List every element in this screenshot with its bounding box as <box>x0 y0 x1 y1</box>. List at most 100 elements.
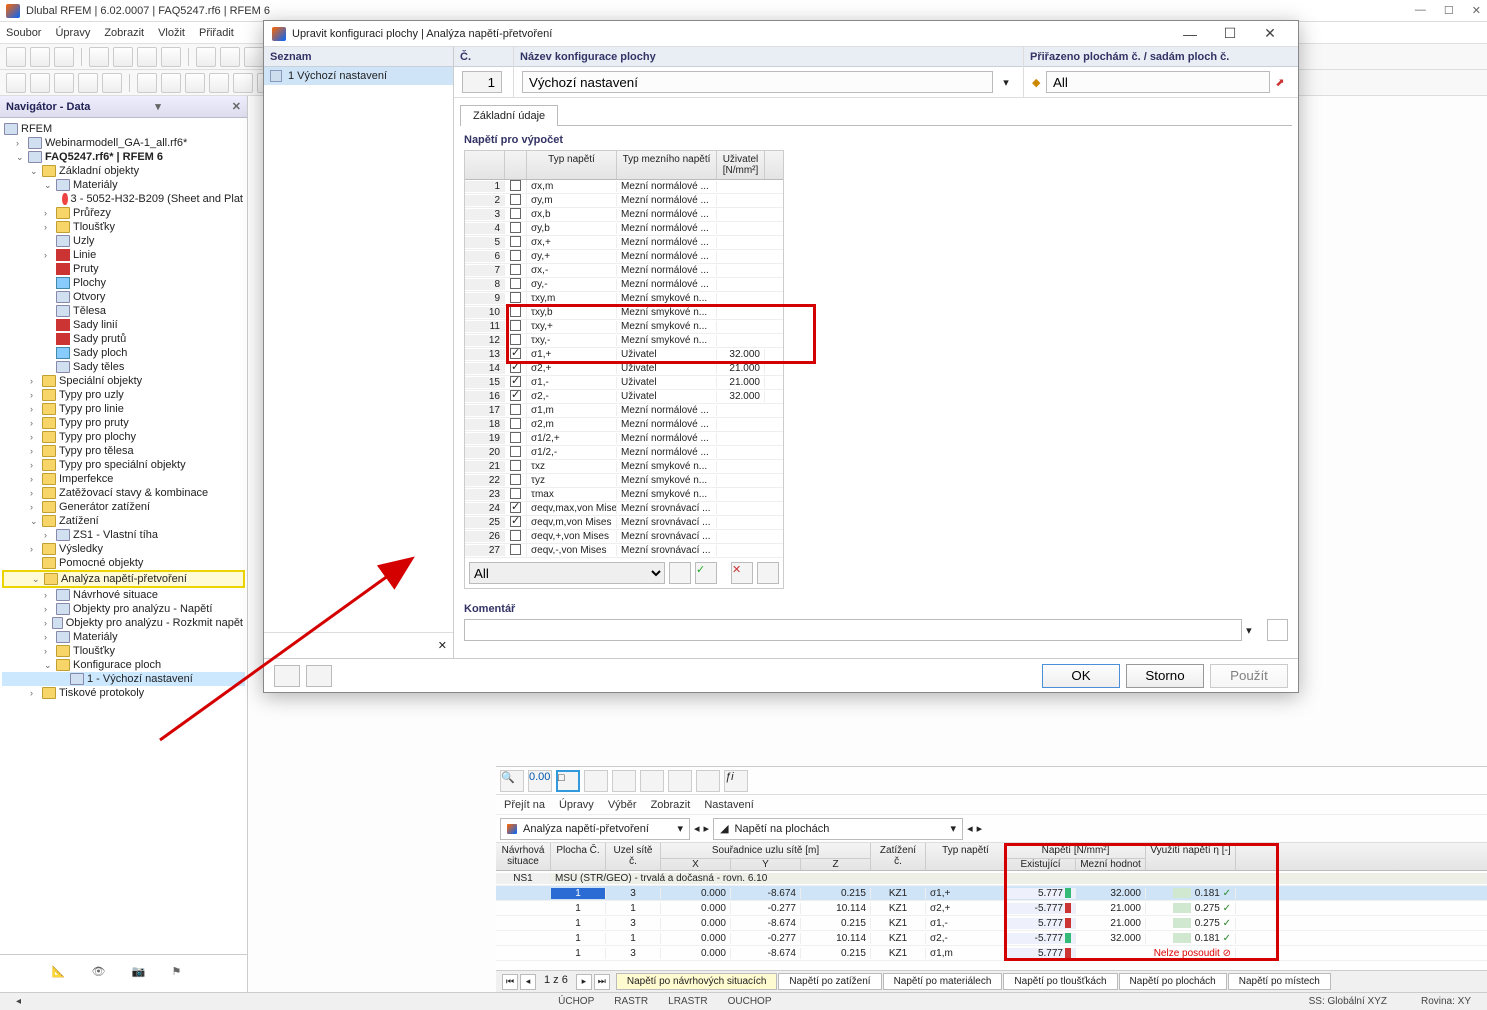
dialog-close-button[interactable]: ✕ <box>1250 25 1290 42</box>
page-first-icon[interactable]: ⏮ <box>502 974 518 990</box>
tree-item[interactable]: ›Imperfekce <box>2 472 245 486</box>
grid-row[interactable]: 6σy,+Mezní normálové ... <box>465 250 783 264</box>
results-row[interactable]: 130.000-8.6740.215KZ1σ1,m5.777Nelze poso… <box>496 946 1487 961</box>
results-tool-button[interactable]: □ <box>556 770 580 792</box>
tree-arrow-icon[interactable]: › <box>44 222 56 232</box>
results-row[interactable]: 110.000-0.27710.114KZ1σ2,--5.77732.0000.… <box>496 931 1487 946</box>
footer-eye-icon[interactable]: 👁 <box>92 965 116 983</box>
tree-arrow-icon[interactable]: › <box>30 474 42 484</box>
grid-row[interactable]: 20σ1/2,-Mezní normálové ... <box>465 446 783 460</box>
tree-item[interactable]: ›Výsledky <box>2 542 245 556</box>
results-tool-button[interactable] <box>612 770 636 792</box>
tree-item[interactable]: ›Objekty pro analýzu - Rozkmit napět <box>2 616 245 630</box>
comment-input[interactable] <box>464 619 1242 641</box>
tree-item[interactable]: ⌄Zatížení <box>2 514 245 528</box>
grid-row[interactable]: 10τxy,bMezní smykové n... <box>465 306 783 320</box>
grid-row[interactable]: 8σy,-Mezní normálové ... <box>465 278 783 292</box>
toolbar-button[interactable] <box>102 73 122 93</box>
snap-toggle[interactable]: LRASTR <box>660 996 715 1007</box>
analysis-type-combo[interactable]: Analýza napětí-přetvoření ▾ <box>500 818 690 840</box>
toolbar-button[interactable] <box>196 47 216 67</box>
results-tab[interactable]: Napětí po tloušťkách <box>1003 973 1117 990</box>
tree-arrow-icon[interactable]: › <box>30 488 42 498</box>
list-item[interactable]: 1 Výchozí nastavení <box>264 67 453 85</box>
tree-arrow-icon[interactable]: › <box>44 530 56 540</box>
tree-item[interactable]: ›Průřezy <box>2 206 245 220</box>
toolbar-button[interactable] <box>137 47 157 67</box>
tab-basic[interactable]: Základní údaje <box>460 105 558 126</box>
config-name-input[interactable] <box>522 71 993 93</box>
results-tool-button[interactable] <box>668 770 692 792</box>
tree-item[interactable]: ›Tloušťky <box>2 220 245 234</box>
tree-arrow-icon[interactable]: › <box>30 460 42 470</box>
tree-arrow-icon[interactable]: › <box>30 390 42 400</box>
grid-tool-button[interactable]: ✕ <box>731 562 753 584</box>
results-menu-item[interactable]: Úpravy <box>559 799 594 811</box>
tree-arrow-icon[interactable]: ⌄ <box>44 180 56 191</box>
toolbar-button[interactable] <box>78 73 98 93</box>
grid-row[interactable]: 7σx,-Mezní normálové ... <box>465 264 783 278</box>
tree-item[interactable]: ›Zatěžovací stavy & kombinace <box>2 486 245 500</box>
grid-row[interactable]: 13σ1,+Uživatel32.000 <box>465 348 783 362</box>
tree-item[interactable]: Sady prutů <box>2 332 245 346</box>
assign-input[interactable] <box>1046 71 1270 93</box>
toolbar-button[interactable] <box>54 47 74 67</box>
navigator-tree[interactable]: RFEM ›Webinarmodell_GA-1_all.rf6*⌄FAQ524… <box>0 118 247 954</box>
tree-item[interactable]: 1 - Výchozí nastavení <box>2 672 245 686</box>
grid-row[interactable]: 27σeqv,-,von MisesMezní srovnávací ... <box>465 544 783 558</box>
results-tool-button[interactable] <box>584 770 608 792</box>
results-menu-item[interactable]: Výběr <box>608 799 637 811</box>
list-delete-button[interactable]: ✕ <box>438 639 447 652</box>
grid-tool-button[interactable] <box>757 562 779 584</box>
results-tab[interactable]: Napětí po plochách <box>1119 973 1227 990</box>
nav-prev-icon[interactable]: ◂ <box>694 822 700 835</box>
page-prev-icon[interactable]: ◂ <box>520 974 536 990</box>
results-table[interactable]: Návrhová situace Plocha Č. Uzel sítě č. … <box>496 843 1487 970</box>
toolbar-button[interactable] <box>137 73 157 93</box>
tree-arrow-icon[interactable]: › <box>30 502 42 512</box>
toolbar-button[interactable] <box>185 73 205 93</box>
grid-tool-button[interactable] <box>669 562 691 584</box>
tree-arrow-icon[interactable]: ⌄ <box>30 516 42 527</box>
tree-arrow-icon[interactable]: › <box>30 376 42 386</box>
toolbar-button[interactable] <box>6 47 26 67</box>
grid-row[interactable]: 9τxy,mMezní smykové n... <box>465 292 783 306</box>
grid-row[interactable]: 22τyzMezní smykové n... <box>465 474 783 488</box>
tree-item[interactable]: Sady ploch <box>2 346 245 360</box>
dialog-maximize-button[interactable]: ☐ <box>1210 25 1250 42</box>
tree-item[interactable]: ›Typy pro pruty <box>2 416 245 430</box>
dropdown-icon[interactable]: ▾ <box>997 76 1015 89</box>
tree-arrow-icon[interactable]: › <box>44 250 56 260</box>
tree-arrow-icon[interactable]: › <box>30 432 42 442</box>
results-tool-button[interactable]: ƒi <box>724 770 748 792</box>
menu-item[interactable]: Úpravy <box>55 27 90 39</box>
results-tab[interactable]: Napětí po návrhových situacích <box>616 973 778 990</box>
tree-arrow-icon[interactable]: › <box>44 618 52 628</box>
tree-arrow-icon[interactable]: › <box>30 446 42 456</box>
dialog-minimize-button[interactable]: — <box>1170 26 1210 42</box>
tree-arrow-icon[interactable]: ⌄ <box>44 660 56 671</box>
nav-next-icon[interactable]: ▸ <box>704 822 710 835</box>
grid-row[interactable]: 12τxy,-Mezní smykové n... <box>465 334 783 348</box>
tree-item[interactable]: ›Materiály <box>2 630 245 644</box>
tree-item[interactable]: ›Generátor zatížení <box>2 500 245 514</box>
close-button[interactable]: ✕ <box>1472 4 1481 17</box>
stress-grid[interactable]: Typ napětí Typ mezního napětí Uživatel [… <box>464 150 784 589</box>
comment-dropdown-icon[interactable]: ▾ <box>1246 624 1263 637</box>
tree-arrow-icon[interactable]: › <box>44 632 56 642</box>
grid-filter-select[interactable]: All <box>469 562 665 584</box>
tree-item[interactable]: 3 - 5052-H32-B209 (Sheet and Plat <box>2 192 245 206</box>
tree-root[interactable]: RFEM <box>2 122 245 136</box>
nav-prev-icon[interactable]: ◂ <box>967 822 973 835</box>
grid-row[interactable]: 3σx,bMezní normálové ... <box>465 208 783 222</box>
tree-item[interactable]: Pomocné objekty <box>2 556 245 570</box>
tree-item[interactable]: ⌄FAQ5247.rf6* | RFEM 6 <box>2 150 245 164</box>
grid-row[interactable]: 21τxzMezní smykové n... <box>465 460 783 474</box>
toolbar-button[interactable] <box>30 73 50 93</box>
comment-button[interactable] <box>1267 619 1288 641</box>
config-number-input[interactable] <box>462 71 502 93</box>
toolbar-button[interactable] <box>30 47 50 67</box>
results-menu-item[interactable]: Zobrazit <box>651 799 691 811</box>
assign-pick-icon[interactable]: ⬈ <box>1270 76 1290 89</box>
results-tool-button[interactable]: 🔍 <box>500 770 524 792</box>
